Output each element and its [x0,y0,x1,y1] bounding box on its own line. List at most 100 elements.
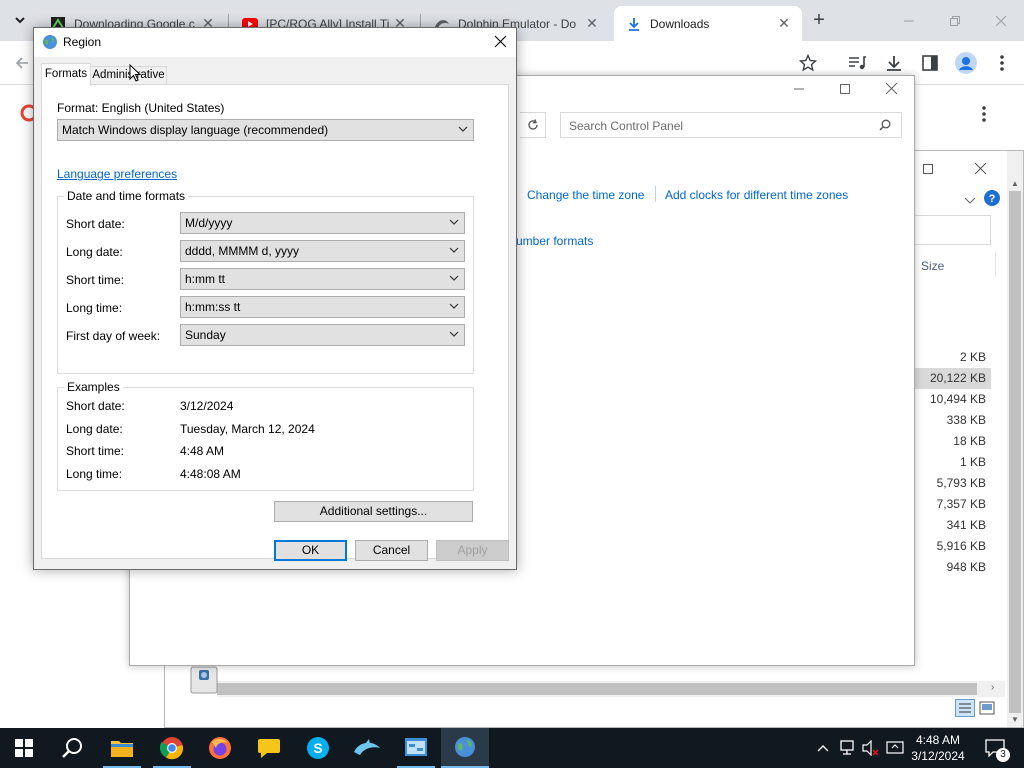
short-time-dropdown[interactable]: h:mm tt [180,268,465,290]
region-icon[interactable] [441,728,489,768]
format-dropdown[interactable]: Match Windows display language (recommen… [57,119,474,141]
close-window-icon[interactable] [978,0,1024,41]
cp-close-icon[interactable] [885,82,898,97]
large-icons-view-icon[interactable] [979,701,995,718]
file-explorer-icon[interactable] [98,728,146,768]
tab-formats[interactable]: Formats [41,63,91,86]
back-arrow-icon[interactable] [10,51,34,75]
display-icon[interactable] [884,728,906,768]
system-clock[interactable]: 4:48 AM 3/12/2024 [906,728,970,768]
file-size: 338 KB [946,413,986,427]
profile-avatar-icon[interactable] [954,51,978,75]
formats-tab-panel: Format: English (United States) Match Wi… [41,84,509,559]
language-preferences-link[interactable]: Language preferences [57,167,177,181]
page-menu-icon[interactable] [982,106,986,125]
first-day-of-week-label: First day of week: [66,329,161,343]
scroll-right-icon[interactable]: › [991,682,994,693]
group-title: Examples [64,380,123,394]
column-divider [995,253,996,277]
file-size: 341 KB [946,518,986,532]
tab-search-chevron-icon[interactable] [8,8,32,32]
explorer-maximize-icon[interactable] [923,163,933,177]
start-button[interactable] [0,728,48,768]
bookmark-star-icon[interactable] [796,51,820,75]
number-formats-link[interactable]: umber formats [516,234,593,248]
apply-button[interactable]: Apply [436,540,509,561]
chrome-icon[interactable] [148,728,196,768]
restore-icon[interactable] [932,0,978,41]
additional-settings-button[interactable]: Additional settings... [274,501,473,522]
firefox-icon[interactable] [196,728,244,768]
volume-muted-icon[interactable] [860,728,882,768]
show-hidden-icons-chevron-icon[interactable] [814,728,832,768]
svg-text:S: S [313,740,322,756]
side-panel-icon[interactable] [918,51,942,75]
explorer-search-box[interactable] [905,215,991,245]
control-panel-icon[interactable] [392,728,440,768]
short-time-label: Short time: [66,273,125,287]
search-icon[interactable] [879,119,891,134]
svg-text:?: ? [989,193,996,205]
short-date-label: Short date: [66,217,125,231]
file-size: 5,793 KB [936,476,986,490]
expand-ribbon-chevron-icon[interactable] [964,193,976,207]
file-size: 2 KB [959,350,986,364]
scroll-down-icon[interactable]: ▼ [1011,715,1019,724]
scrollbar-thumb[interactable] [1009,191,1021,713]
help-icon[interactable]: ? [983,189,1001,210]
clock-time: 4:48 AM [915,733,961,747]
file-size: 7,357 KB [936,497,986,511]
network-icon[interactable] [836,728,858,768]
chevron-down-icon [449,303,459,309]
file-size: 948 KB [946,560,986,574]
file-size: 20,122 KB [929,371,986,385]
globe-icon [42,34,58,53]
minimize-icon[interactable] [886,0,932,41]
dolphin-icon[interactable] [343,728,391,768]
close-tab-icon[interactable]: ✕ [776,15,792,32]
scroll-up-icon[interactable]: ▲ [1011,179,1019,188]
h-scrollbar-thumb[interactable] [217,683,977,695]
details-view-icon[interactable] [955,699,975,720]
example-long-date-value: Tuesday, March 12, 2024 [180,422,315,436]
media-control-icon[interactable] [845,51,869,75]
long-time-dropdown[interactable]: h:mm:ss tt [180,296,465,318]
short-date-dropdown[interactable]: M/d/yyyy [180,212,465,234]
refresh-icon[interactable] [520,112,546,138]
tab-downloads[interactable]: Downloads ✕ [614,6,802,41]
mouse-cursor-icon [129,63,142,85]
add-clocks-link[interactable]: Add clocks for different time zones [665,188,848,202]
new-tab-button[interactable]: + [807,8,831,32]
chevron-down-icon [449,219,459,225]
horizontal-scrollbar[interactable]: › [217,681,1005,697]
notification-center-icon[interactable]: 3 [978,728,1012,768]
clock-date: 3/12/2024 [911,749,965,763]
dialog-close-icon[interactable] [494,35,507,51]
windows-taskbar: S 4:48 AM 3/12/2024 3 [0,728,1024,768]
cancel-button[interactable]: Cancel [355,540,428,561]
group-title: Date and time formats [64,189,189,203]
change-time-zone-link[interactable]: Change the time zone [527,188,644,202]
search-icon[interactable] [48,728,96,768]
short-date-value: M/d/yyyy [185,216,233,230]
explorer-close-icon[interactable] [974,162,987,177]
examples-group: Examples Short date: 3/12/2024 Long date… [57,380,474,491]
chrome-menu-icon[interactable] [990,51,1014,75]
downloads-icon[interactable] [882,51,906,75]
long-date-label: Long date: [66,245,123,259]
vertical-scrollbar[interactable]: ▲ ▼ [1007,151,1023,727]
example-short-date-label: Short date: [66,399,125,413]
cp-maximize-icon[interactable] [840,83,850,97]
first-day-of-week-dropdown[interactable]: Sunday [180,324,465,346]
size-column-header[interactable]: Size [921,259,944,273]
search-control-panel-input[interactable]: Search Control Panel [560,112,902,138]
long-date-dropdown[interactable]: dddd, MMMM d, yyyy [180,240,465,262]
skype-icon[interactable]: S [294,728,342,768]
ok-button[interactable]: OK [274,540,347,561]
chat-icon[interactable] [245,728,293,768]
notification-count-badge: 3 [996,748,1010,762]
close-tab-icon[interactable]: ✕ [584,15,600,32]
cp-minimize-icon[interactable] [794,83,804,97]
example-short-time-label: Short time: [66,444,125,458]
region-dialog: Region Formats Administrative Format: En… [33,27,517,570]
